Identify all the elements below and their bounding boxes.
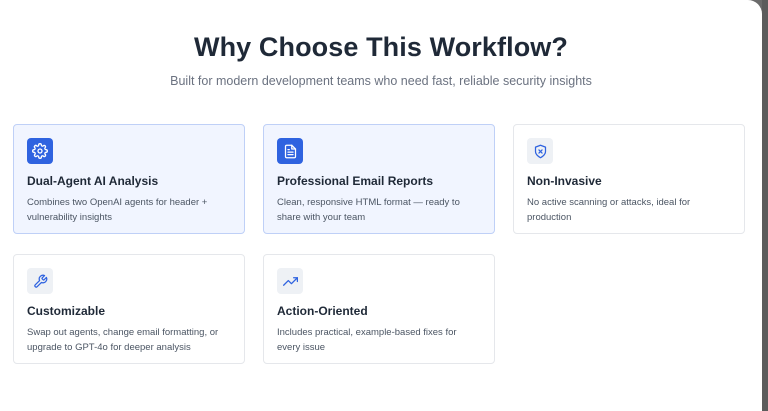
feature-title: Customizable: [27, 304, 106, 318]
feature-description: Combines two OpenAI agents for header + …: [27, 197, 208, 223]
feature-card-customizable: Customizable Swap out agents, change ema…: [13, 254, 245, 364]
trending-up-icon: [277, 268, 303, 294]
window-edge: [762, 0, 768, 411]
feature-card-dual-agent: Dual-Agent AI Analysis Combines two Open…: [13, 124, 245, 234]
feature-description: Includes practical, example-based fixes …: [277, 327, 457, 353]
shield-icon: [527, 138, 553, 164]
gear-icon: [27, 138, 53, 164]
wrench-icon: [27, 268, 53, 294]
features-section: Why Choose This Workflow? Built for mode…: [0, 0, 762, 411]
feature-card-email-reports: Professional Email Reports Clean, respon…: [263, 124, 495, 234]
feature-description: No active scanning or attacks, ideal for…: [527, 197, 691, 223]
page-subtitle: Built for modern development teams who n…: [170, 74, 592, 88]
feature-card-action-oriented: Action-Oriented Includes practical, exam…: [263, 254, 495, 364]
feature-title: Non-Invasive: [527, 174, 602, 188]
feature-title: Action-Oriented: [277, 304, 368, 318]
page-title: Why Choose This Workflow?: [193, 32, 568, 62]
feature-description: Clean, responsive HTML format — ready to…: [277, 197, 460, 223]
document-icon: [277, 138, 303, 164]
feature-title: Professional Email Reports: [277, 174, 434, 188]
feature-card-non-invasive: Non-Invasive No active scanning or attac…: [513, 124, 745, 234]
feature-title: Dual-Agent AI Analysis: [27, 174, 159, 188]
feature-description: Swap out agents, change email formatting…: [27, 327, 219, 353]
